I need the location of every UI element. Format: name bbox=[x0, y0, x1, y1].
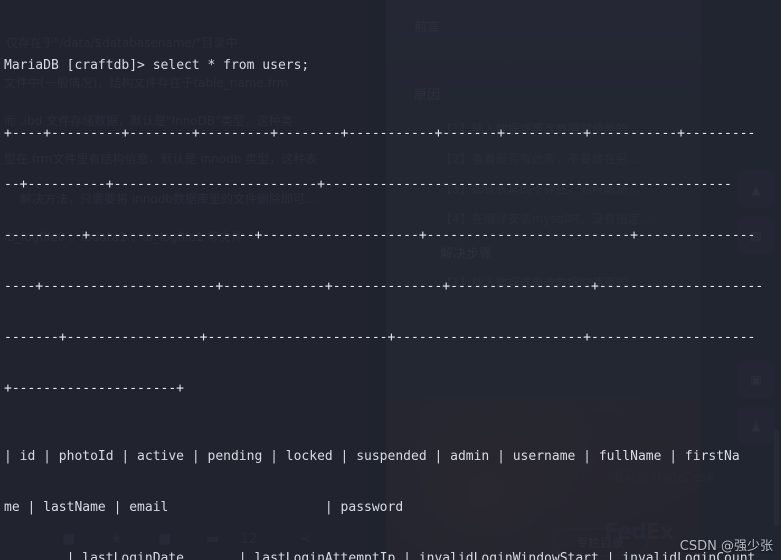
rule-row: +----+---------+--------+---------+-----… bbox=[4, 126, 756, 141]
rule-row: --+----------+--------------------------… bbox=[4, 177, 732, 192]
rule-row: +---------------------+ bbox=[4, 381, 185, 396]
csdn-watermark: CSDN @强少张 bbox=[679, 539, 773, 554]
header-row-line: | lastLoginDate | lastLoginAttemptIp | i… bbox=[4, 551, 756, 560]
header-row-line: me | lastName | email | password bbox=[4, 500, 404, 515]
header-row-line: | id | photoId | active | pending | lock… bbox=[4, 449, 740, 464]
command-text: select * from users; bbox=[152, 58, 310, 73]
screenshot-root: 前言 原因 【1】插入数据或更改数据时使用的… 【2】查看是否有此表，不要放在另… bbox=[0, 0, 781, 560]
rule-row: ----------+---------------------+-------… bbox=[4, 228, 756, 243]
terminal-window[interactable]: MariaDB [craftdb]> select * from users; … bbox=[0, 0, 781, 560]
prompt-label: MariaDB [craftdb]> bbox=[4, 58, 153, 73]
rule-row: -------+-----------------+--------------… bbox=[4, 330, 756, 345]
terminal-command-line: MariaDB [craftdb]> select * from users; bbox=[4, 57, 777, 74]
rule-row: ----+----------------------+------------… bbox=[4, 279, 764, 294]
